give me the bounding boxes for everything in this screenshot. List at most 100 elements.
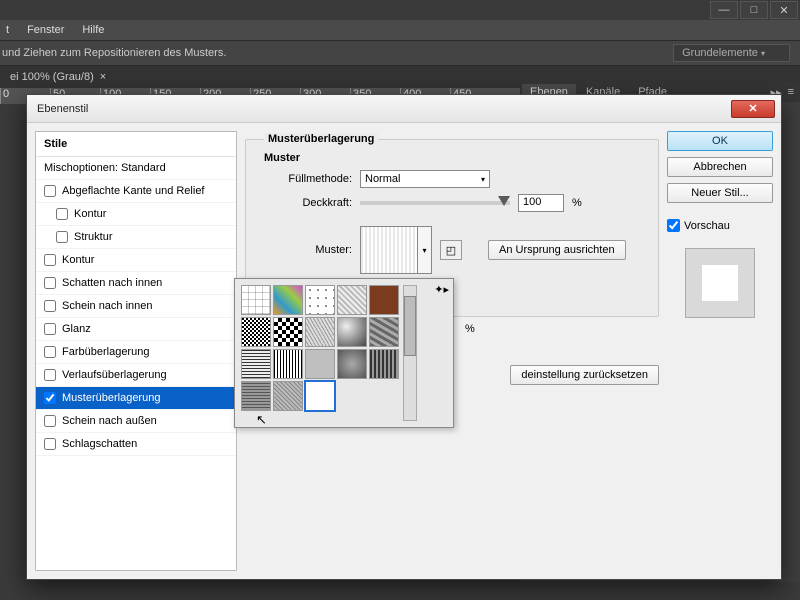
pattern-thumb[interactable] bbox=[273, 349, 303, 379]
pattern-thumb[interactable] bbox=[337, 285, 367, 315]
pattern-thumb[interactable] bbox=[273, 381, 303, 411]
style-label: Glanz bbox=[62, 323, 91, 335]
pattern-grid bbox=[241, 285, 399, 421]
pattern-thumb[interactable] bbox=[241, 317, 271, 347]
new-style-button[interactable]: Neuer Stil... bbox=[667, 183, 773, 203]
style-item[interactable]: Kontur bbox=[36, 203, 236, 226]
options-hint: und Ziehen zum Repositionieren des Muste… bbox=[2, 47, 226, 59]
pattern-thumb[interactable] bbox=[241, 381, 271, 411]
style-item[interactable]: Mischoptionen: Standard bbox=[36, 157, 236, 180]
pattern-thumb[interactable] bbox=[369, 317, 399, 347]
style-checkbox[interactable] bbox=[44, 323, 56, 335]
style-item[interactable]: Verlaufsüberlagerung bbox=[36, 364, 236, 387]
style-checkbox[interactable] bbox=[44, 300, 56, 312]
style-checkbox[interactable] bbox=[44, 392, 56, 404]
style-label: Schatten nach innen bbox=[62, 277, 162, 289]
popup-scrollbar[interactable] bbox=[403, 285, 417, 421]
styles-list: Stile Mischoptionen: Standard Abgeflachte… bbox=[35, 131, 237, 571]
reset-default-button[interactable]: deinstellung zurücksetzen bbox=[510, 365, 659, 385]
snap-origin-button[interactable]: An Ursprung ausrichten bbox=[488, 240, 626, 260]
style-item[interactable]: Musterüberlagerung bbox=[36, 387, 236, 410]
style-checkbox[interactable] bbox=[44, 277, 56, 289]
pattern-picker-popup: ✦▸ bbox=[234, 278, 454, 428]
minimize-button[interactable]: — bbox=[710, 1, 738, 19]
new-preset-button[interactable]: ◰ bbox=[440, 240, 462, 260]
style-item[interactable]: Schatten nach innen bbox=[36, 272, 236, 295]
opacity-label: Deckkraft: bbox=[258, 197, 352, 209]
blend-mode-select[interactable]: Normal▾ bbox=[360, 170, 490, 188]
scale-percent: % bbox=[465, 323, 475, 335]
document-tab[interactable]: ei 100% (Grau/8)× bbox=[2, 69, 114, 85]
preview-checkbox[interactable] bbox=[667, 219, 680, 232]
percent-label: % bbox=[572, 197, 582, 209]
menu-item-help[interactable]: Hilfe bbox=[82, 24, 104, 36]
maximize-button[interactable]: □ bbox=[740, 1, 768, 19]
style-item[interactable]: Struktur bbox=[36, 226, 236, 249]
opacity-slider[interactable] bbox=[360, 201, 510, 205]
opacity-input[interactable]: 100 bbox=[518, 194, 564, 212]
pattern-thumb[interactable] bbox=[273, 285, 303, 315]
style-label: Schlagschatten bbox=[62, 438, 137, 450]
style-checkbox[interactable] bbox=[44, 415, 56, 427]
pattern-thumb[interactable] bbox=[369, 349, 399, 379]
popup-menu-icon[interactable]: ✦▸ bbox=[434, 283, 449, 296]
style-item[interactable]: Glanz bbox=[36, 318, 236, 341]
style-item[interactable]: Schlagschatten bbox=[36, 433, 236, 456]
styles-header: Stile bbox=[36, 132, 236, 157]
menu-bar: t Fenster Hilfe bbox=[0, 20, 800, 40]
style-label: Mischoptionen: Standard bbox=[44, 162, 166, 174]
style-label: Verlaufsüberlagerung bbox=[62, 369, 167, 381]
pattern-thumb[interactable] bbox=[305, 349, 335, 379]
ok-button[interactable]: OK bbox=[667, 131, 773, 151]
preview-thumbnail bbox=[685, 248, 755, 318]
pattern-thumb[interactable] bbox=[241, 285, 271, 315]
pattern-thumb[interactable] bbox=[337, 349, 367, 379]
style-checkbox[interactable] bbox=[56, 231, 68, 243]
style-item[interactable]: Kontur bbox=[36, 249, 236, 272]
style-item[interactable]: Schein nach innen bbox=[36, 295, 236, 318]
style-label: Schein nach außen bbox=[62, 415, 157, 427]
workspace-dropdown[interactable]: Grundelemente ▾ bbox=[673, 44, 790, 62]
style-item[interactable]: Schein nach außen bbox=[36, 410, 236, 433]
style-item[interactable]: Farbüberlagerung bbox=[36, 341, 236, 364]
pattern-thumb[interactable] bbox=[305, 285, 335, 315]
style-checkbox[interactable] bbox=[44, 254, 56, 266]
pattern-thumb[interactable] bbox=[369, 285, 399, 315]
style-checkbox[interactable] bbox=[56, 208, 68, 220]
pattern-thumb[interactable] bbox=[337, 317, 367, 347]
dialog-close-button[interactable]: ✕ bbox=[731, 100, 775, 118]
group-legend: Musterüberlagerung bbox=[264, 133, 378, 145]
pattern-swatch[interactable] bbox=[360, 226, 418, 274]
menu-item-window[interactable]: Fenster bbox=[27, 24, 64, 36]
preview-checkbox-row[interactable]: Vorschau bbox=[667, 219, 773, 232]
style-checkbox[interactable] bbox=[44, 185, 56, 197]
close-tab-icon[interactable]: × bbox=[100, 71, 106, 83]
style-label: Abgeflachte Kante und Relief bbox=[62, 185, 205, 197]
window-title-bar: — □ ✕ bbox=[0, 0, 800, 20]
menu-item[interactable]: t bbox=[6, 24, 9, 36]
style-label: Farbüberlagerung bbox=[62, 346, 149, 358]
pattern-thumb-selected[interactable] bbox=[305, 381, 335, 411]
pattern-picker-toggle[interactable]: ▾ bbox=[418, 226, 432, 274]
blend-mode-label: Füllmethode: bbox=[258, 173, 352, 185]
dialog-title-bar[interactable]: Ebenenstil ✕ bbox=[27, 95, 781, 123]
options-bar: und Ziehen zum Repositionieren des Muste… bbox=[0, 40, 800, 66]
sub-legend: Muster bbox=[264, 152, 646, 164]
close-button[interactable]: ✕ bbox=[770, 1, 798, 19]
pattern-label: Muster: bbox=[258, 244, 352, 256]
style-checkbox[interactable] bbox=[44, 369, 56, 381]
style-label: Kontur bbox=[74, 208, 106, 220]
style-label: Schein nach innen bbox=[62, 300, 153, 312]
style-label: Kontur bbox=[62, 254, 94, 266]
pattern-thumb[interactable] bbox=[305, 317, 335, 347]
style-label: Musterüberlagerung bbox=[62, 392, 160, 404]
style-checkbox[interactable] bbox=[44, 346, 56, 358]
pattern-thumb[interactable] bbox=[241, 349, 271, 379]
cancel-button[interactable]: Abbrechen bbox=[667, 157, 773, 177]
style-checkbox[interactable] bbox=[44, 438, 56, 450]
style-item[interactable]: Abgeflachte Kante und Relief bbox=[36, 180, 236, 203]
dialog-title: Ebenenstil bbox=[37, 103, 88, 115]
pattern-thumb[interactable] bbox=[273, 317, 303, 347]
style-label: Struktur bbox=[74, 231, 113, 243]
panel-menu-icon[interactable]: ≡ bbox=[788, 86, 794, 99]
